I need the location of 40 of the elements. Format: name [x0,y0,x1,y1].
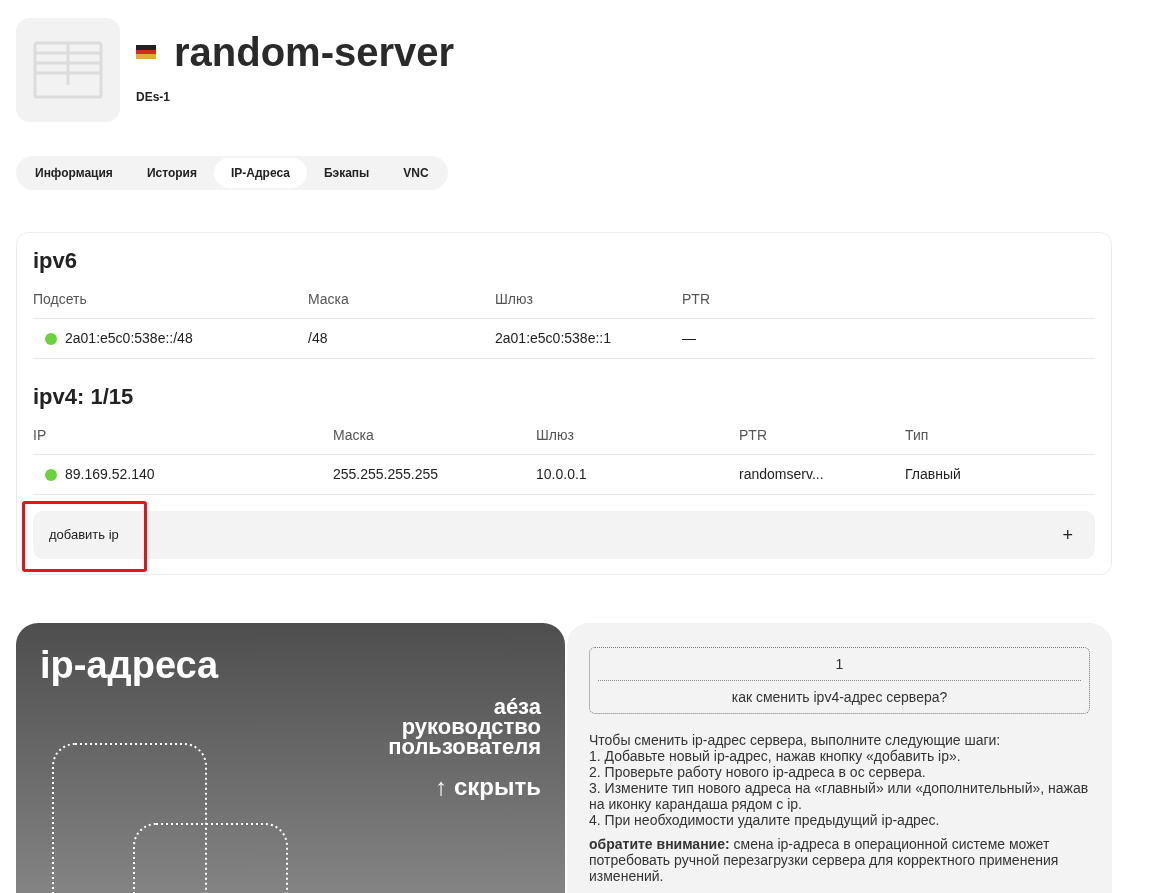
instruction-step: 1. Добавьте новый ip-адрес, нажав кнопку «добавить ip». [589,748,1090,764]
instruction-step: 2. Проверьте работу нового ip-адреса в ос сервера. [589,764,1090,780]
column-header: PTR [682,290,710,309]
guide-title: ip-адреса [40,643,219,687]
table-cell-text: 255.255.255.255 [333,465,439,484]
column-header: Подсеть [33,290,87,309]
question-text: как сменить ipv4-адрес сервера? [731,688,948,707]
note-text: обратите внимание: смена ip-адреса в операционной системе может потребовать ручной перезагрузки сервера для корректного применения изменений. [589,836,1060,884]
column-header: IP [33,426,47,445]
tab[interactable]: Бэкапы [306,158,387,188]
table-cell-text: 2a01:e5c0:538e::/48 [65,329,193,348]
table-cell-text: Главный [905,465,961,484]
table-cell-text: 2a01:e5c0:538e::1 [495,329,611,348]
table-cell-text: — [682,329,696,348]
column-header: Маска [333,426,374,445]
section-title: ipv6 [33,247,78,275]
column-header: Шлюз [495,290,533,309]
instructions-intro: Чтобы сменить ip-адрес сервера, выполните следующие шаги: [589,732,1002,748]
tab[interactable]: История [129,158,214,188]
column-header: Тип [905,426,929,445]
tab[interactable]: Информация [18,158,130,188]
instruction-step: 3. Измените тип нового адреса на «главный» или «дополнительный», нажав на иконку карандаша рядом с ip. [589,780,1090,812]
add-ip-button[interactable]: добавить ip + [33,511,1095,559]
tab[interactable]: IP-Адреса [213,158,307,188]
table-cell-text: randomserv... [739,465,824,484]
server-location: DEs-1 [136,89,170,106]
section-title: ipv4: 1/15 [33,383,134,411]
step-number: 1 [835,655,844,674]
instruction-step: 4. При необходимости удалите предыдущий ip-адрес. [589,812,1090,828]
brand-name: аéза [493,697,541,717]
flag-icon [136,45,156,59]
server-name: random-server [174,29,455,76]
column-header: Маска [308,290,349,309]
column-header: Шлюз [536,426,574,445]
table-cell-text: /48 [308,329,328,348]
table-cell-text: 89.169.52.140 [65,465,155,484]
guide-subtitle: руководство [401,717,541,737]
column-header: PTR [739,426,767,445]
table-cell-text: 10.0.0.1 [536,465,587,484]
tab[interactable]: VNC [386,158,446,188]
